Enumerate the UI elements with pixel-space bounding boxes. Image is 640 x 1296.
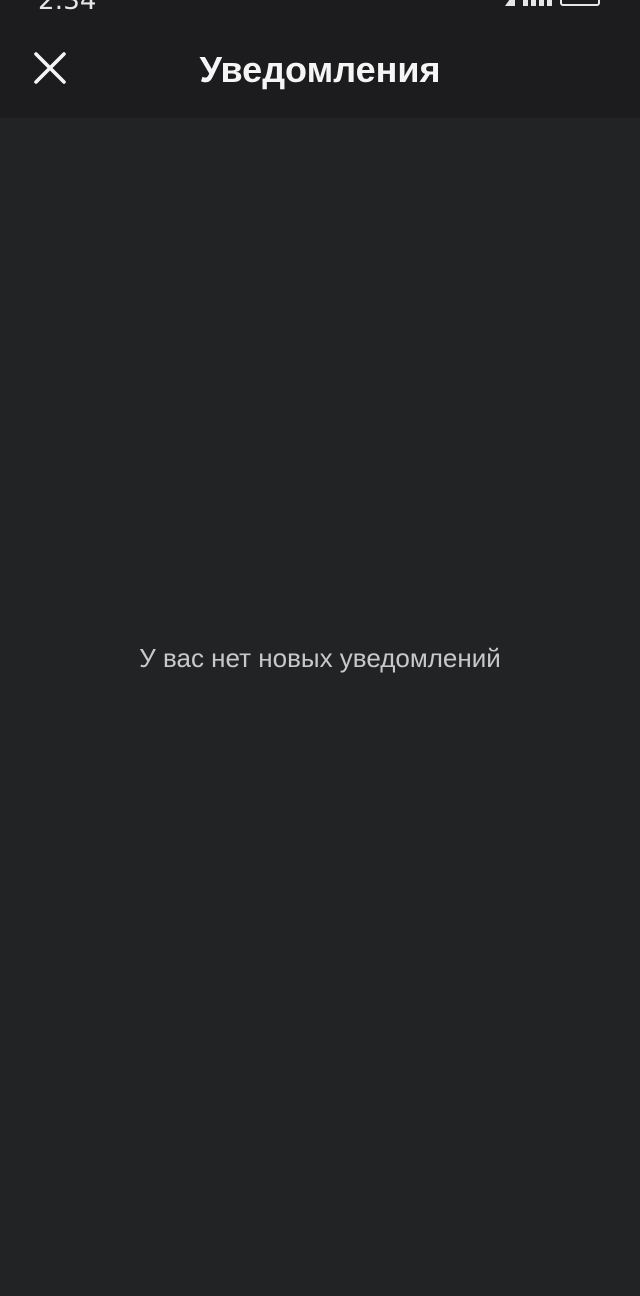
- notifications-list: У вас нет новых уведомлений: [0, 118, 640, 1296]
- signal-icon: [523, 0, 552, 6]
- empty-state-message: У вас нет новых уведомлений: [139, 643, 501, 673]
- app-bar: Уведомления: [0, 22, 640, 118]
- page-title: Уведомления: [199, 49, 441, 90]
- close-icon: [34, 52, 66, 84]
- notifications-screen: 2:34 Уведомления У вас нет новых уведомл…: [0, 0, 640, 1296]
- status-bar: 2:34: [0, 0, 640, 22]
- battery-icon: [560, 0, 600, 6]
- location-arrow-icon: [505, 0, 515, 6]
- close-button[interactable]: [18, 36, 82, 100]
- status-time: 2:34: [38, 0, 97, 16]
- status-icons: [505, 0, 600, 6]
